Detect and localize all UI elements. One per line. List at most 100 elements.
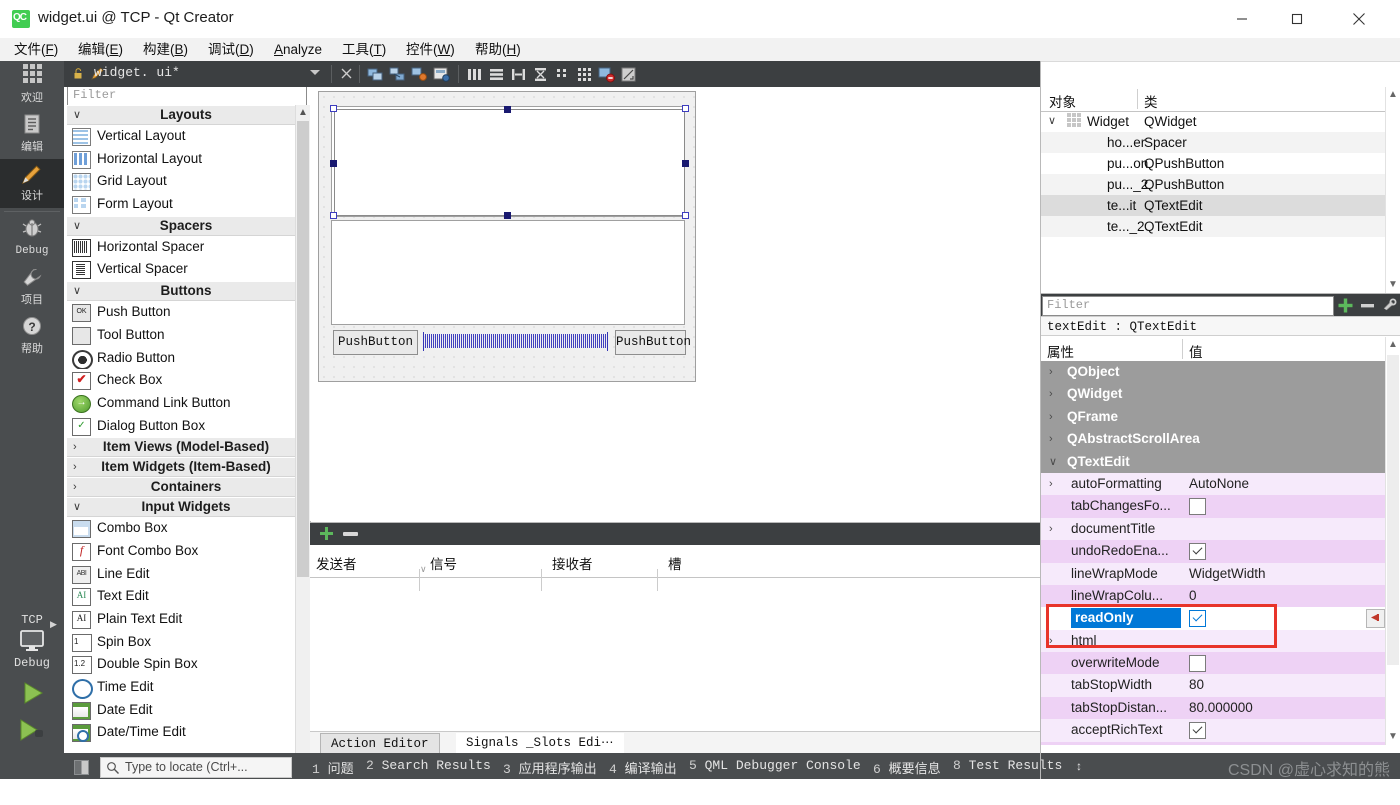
chevron-right-icon[interactable]: › <box>1049 406 1053 428</box>
widget-item-horizontal-spacer[interactable]: Horizontal Spacer <box>67 235 305 259</box>
property-row-width[interactable]: ...Width 4 <box>1041 741 1386 746</box>
output-pane-3[interactable]: 3 应用程序输出 <box>503 758 597 777</box>
minus-icon[interactable] <box>343 532 358 536</box>
layout-vertical-icon[interactable] <box>488 66 505 83</box>
mode-button-5[interactable]: 项目 <box>0 263 64 312</box>
property-value[interactable]: 80 <box>1189 674 1204 696</box>
object-row-6[interactable]: te..._2 QTextEdit <box>1041 216 1386 237</box>
menu-item-7[interactable]: 控件(W) <box>400 40 461 59</box>
signals-col-3[interactable]: 接收者 <box>552 553 593 573</box>
output-pane-7[interactable]: 8 Test Results <box>953 758 1062 773</box>
bottom-tab-2[interactable]: Signals _Slots Edi⋯ <box>456 733 624 753</box>
object-row-4[interactable]: pu..._2 QPushButton <box>1041 174 1386 195</box>
property-row-qframe[interactable]: › QFrame <box>1041 405 1386 429</box>
form-editor-canvas[interactable]: PushButton PushButton <box>310 87 1041 521</box>
form-text-edit-2[interactable] <box>331 220 685 325</box>
menu-item-3[interactable]: 构建(B) <box>137 40 194 59</box>
plus-icon[interactable] <box>319 526 334 541</box>
property-row-qobject[interactable]: › QObject <box>1041 361 1386 384</box>
widget-category-spacers[interactable]: ∨ Spacers <box>67 215 305 236</box>
mode-button-2[interactable]: 编辑 <box>0 110 64 159</box>
scroll-down-icon[interactable]: ▼ <box>1386 277 1400 293</box>
widget-category-item-widgets-item-based[interactable]: › Item Widgets (Item-Based) <box>67 457 305 478</box>
property-value[interactable]: 0 <box>1189 585 1197 607</box>
add-property-icon[interactable] <box>1337 297 1354 314</box>
menu-item-5[interactable]: Analyze <box>268 40 328 59</box>
resize-handle-top-right[interactable] <box>682 105 689 112</box>
property-value[interactable]: AutoNone <box>1189 473 1249 495</box>
signals-col-4[interactable]: 槽 <box>668 553 682 573</box>
widget-item-check-box[interactable]: ✔ Check Box <box>67 369 305 392</box>
maximize-button[interactable] <box>1274 0 1320 38</box>
property-row-tabstopwidth[interactable]: tabStopWidth 80 <box>1041 674 1386 697</box>
widget-box-filter-input[interactable]: Filter <box>67 85 307 106</box>
locator-input[interactable]: Type to locate (Ctrl+... <box>100 757 292 778</box>
menu-item-4[interactable]: 调试(D) <box>202 40 260 59</box>
resize-handle-middle-right[interactable] <box>682 160 689 167</box>
property-row-linewrapcolu[interactable]: lineWrapColu... 0 <box>1041 584 1386 608</box>
property-row-autoformatting[interactable]: › autoFormatting AutoNone <box>1041 472 1386 496</box>
property-checkbox[interactable] <box>1189 543 1206 561</box>
property-row-qwidget[interactable]: › QWidget <box>1041 383 1386 406</box>
property-filter-input[interactable]: Filter <box>1042 296 1334 316</box>
property-checkbox[interactable] <box>1189 610 1206 628</box>
chevron-right-icon[interactable]: › <box>1049 361 1053 383</box>
scroll-up-icon[interactable]: ▲ <box>1386 337 1400 353</box>
widget-item-command-link-button[interactable]: → Command Link Button <box>67 391 305 415</box>
layout-splitter-vertical-icon[interactable] <box>532 66 549 83</box>
widget-item-vertical-spacer[interactable]: Vertical Spacer <box>67 258 305 282</box>
minimize-button[interactable] <box>1219 0 1265 38</box>
property-row-tabchangesfo[interactable]: tabChangesFo... <box>1041 495 1386 518</box>
property-row-qtextedit[interactable]: ∨ QTextEdit <box>1041 450 1386 473</box>
property-value[interactable]: 4 <box>1189 742 1197 746</box>
chevron-right-icon[interactable]: › <box>1049 428 1053 450</box>
bottom-tab-1[interactable]: Action Editor <box>320 733 440 754</box>
menu-item-8[interactable]: 帮助(H) <box>469 40 527 59</box>
resize-handle-bottom-right[interactable] <box>682 212 689 219</box>
resize-handle-middle-left[interactable] <box>330 160 337 167</box>
property-row-documenttitle[interactable]: › documentTitle <box>1041 517 1386 541</box>
menu-item-2[interactable]: 编辑(E) <box>72 40 129 59</box>
form-preview-window[interactable]: PushButton PushButton <box>318 91 696 382</box>
run-play-icon[interactable] <box>0 670 64 709</box>
remove-property-icon[interactable] <box>1359 297 1376 314</box>
output-pane-4[interactable]: 4 编译输出 <box>609 758 677 777</box>
debug-play-icon[interactable] <box>0 709 64 746</box>
monitor-icon[interactable]: ▶ <box>0 619 64 656</box>
menu-item-6[interactable]: 工具(T) <box>336 40 392 59</box>
widget-item-radio-button[interactable]: Radio Button <box>67 346 305 370</box>
widget-item-spin-box[interactable]: 1 Spin Box <box>67 630 305 654</box>
widget-item-grid-layout[interactable]: Grid Layout <box>67 170 305 194</box>
object-row-3[interactable]: pu...on QPushButton <box>1041 153 1386 174</box>
mode-button-4[interactable]: Debug <box>0 214 64 263</box>
widget-category-layouts[interactable]: ∨ Layouts <box>67 105 305 125</box>
chevron-right-icon[interactable]: › <box>1049 383 1053 405</box>
property-row-undoredoena[interactable]: undoRedoEna... <box>1041 540 1386 563</box>
column-divider[interactable] <box>1137 89 1138 109</box>
adjust-size-icon[interactable] <box>620 66 637 83</box>
scroll-up-icon[interactable]: ▲ <box>1386 87 1400 103</box>
property-value[interactable]: WidgetWidth <box>1189 563 1266 585</box>
widget-item-form-layout[interactable]: Form Layout <box>67 193 305 216</box>
scrollbar-thumb[interactable] <box>1387 355 1399 665</box>
chevron-right-icon[interactable]: › <box>1049 630 1053 652</box>
scrollbar-thumb[interactable] <box>297 121 309 577</box>
close-button[interactable] <box>1336 0 1382 38</box>
widget-item-text-edit[interactable]: AI Text Edit <box>67 585 305 608</box>
property-checkbox[interactable] <box>1189 655 1206 673</box>
widget-item-plain-text-edit[interactable]: AI Plain Text Edit <box>67 608 305 631</box>
widget-item-horizontal-layout[interactable]: Horizontal Layout <box>67 147 305 171</box>
widget-category-buttons[interactable]: ∨ Buttons <box>67 281 305 302</box>
signals-col-1[interactable]: 发送者 <box>316 553 357 573</box>
widget-item-combo-box[interactable]: Combo Box <box>67 517 305 540</box>
property-column-divider[interactable] <box>1182 339 1183 359</box>
property-row-tabstopdistan[interactable]: tabStopDistan... 80.000000 <box>1041 696 1386 720</box>
edit-buddies-icon[interactable] <box>411 66 428 83</box>
layout-grid-icon[interactable] <box>576 66 593 83</box>
widget-box-list[interactable]: ∨ Layouts Vertical Layout Horizontal Layout… <box>67 105 305 805</box>
lock-icon[interactable] <box>74 67 83 79</box>
resize-handle-top-center[interactable] <box>504 106 511 113</box>
resize-handle-bottom-center[interactable] <box>504 212 511 219</box>
edit-signals-slots-icon[interactable] <box>389 66 406 83</box>
layout-horizontal-icon[interactable] <box>466 66 483 83</box>
